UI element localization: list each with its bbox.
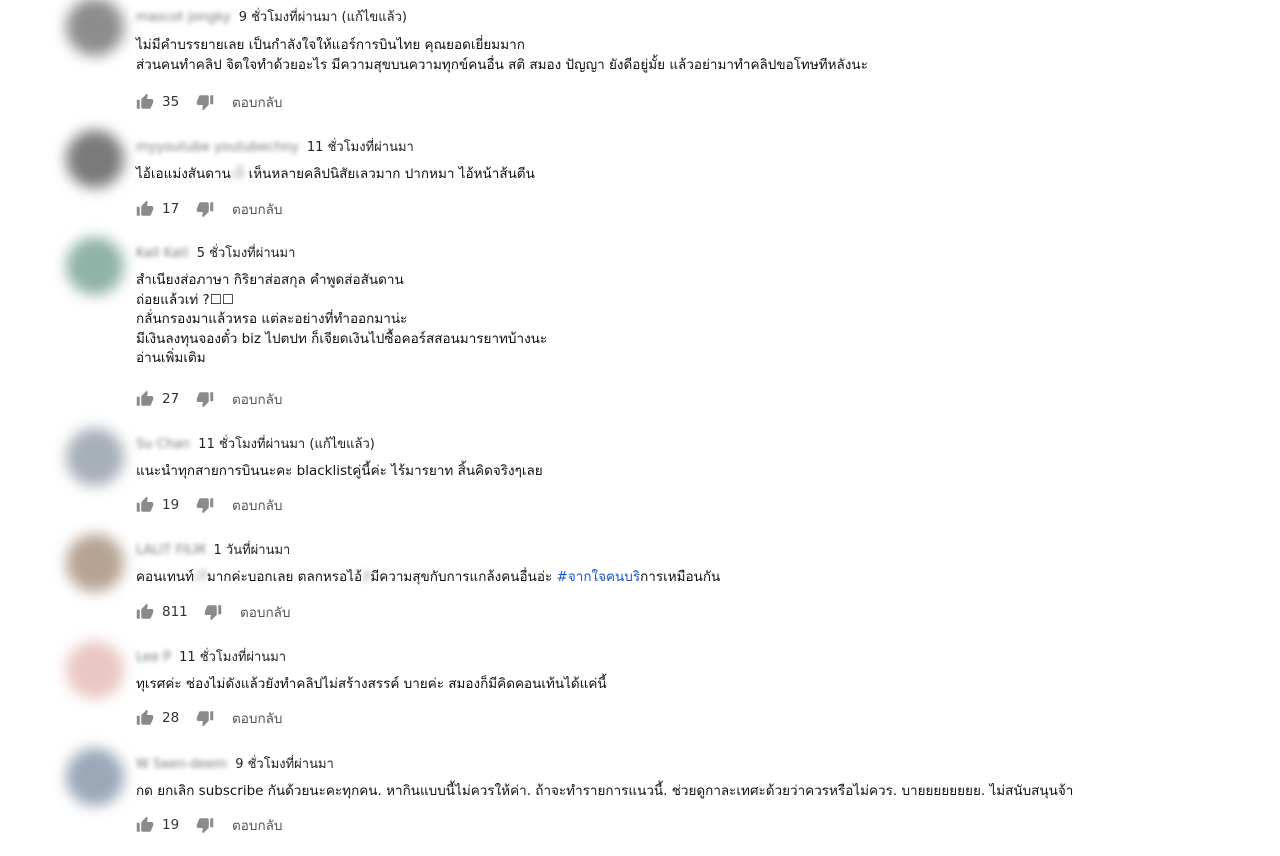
reply-button[interactable]: ตอบกลับ bbox=[232, 198, 282, 220]
comment-text: สำเนียงส่อภาษา กิริยาส่อสกุล คำพูดส่อสัน… bbox=[136, 271, 547, 369]
thumbs-up-icon[interactable] bbox=[136, 93, 154, 111]
comment-text: ไอ้เอแม่งสันดานเห็ เห็นหลายคลิปนิสัยเลวม… bbox=[136, 165, 535, 185]
comment-line: คอนเทนท์เกีมากค่ะบอกเลย ตลกหรอไอ้สัมีควา… bbox=[136, 569, 721, 585]
thumbs-down-icon[interactable] bbox=[196, 709, 214, 727]
author-name[interactable]: W Saen-deem bbox=[136, 757, 227, 772]
comments-section: mascot jongky 9 ชั่วโมงที่ผ่านมา (แก้ไขแ… bbox=[0, 0, 1280, 856]
author-name[interactable]: mascot jongky bbox=[136, 10, 231, 25]
comment-actions: 811 ตอบกลับ bbox=[136, 602, 290, 622]
comment-line: ถ่อยแล้วเท่ ?☐☐ bbox=[136, 291, 234, 308]
comment-time[interactable]: 5 ชั่วโมงที่ผ่านมา bbox=[197, 246, 296, 261]
comment-text: กด ยกเลิก subscribe กันด้วยนะคะทุกคน. หา… bbox=[136, 782, 1073, 802]
reply-button[interactable]: ตอบกลับ bbox=[232, 494, 282, 516]
comment-actions: 28 ตอบกลับ bbox=[136, 708, 282, 728]
comment-line: สำเนียงส่อภาษา กิริยาส่อสกุล คำพูดส่อสัน… bbox=[136, 272, 404, 288]
comment-text: ไม่มีคำบรรยายเลย เป็นกำลังใจให้แอร์การบิ… bbox=[136, 36, 868, 75]
like-count: 35 bbox=[162, 94, 180, 110]
read-more-link[interactable]: อ่านเพิ่มเติม bbox=[136, 349, 547, 369]
edited-label: (แก้ไขแล้ว) bbox=[341, 10, 407, 25]
thumbs-down-icon[interactable] bbox=[196, 93, 214, 111]
edited-label: (แก้ไขแล้ว) bbox=[309, 437, 375, 452]
comment-line: มีเงินลงทุนจองตั๋ว biz ไปตปท ก็เจียดเงิน… bbox=[136, 330, 548, 347]
comment-line: กลั่นกรองมาแล้วหรอ แต่ละอย่างที่ทำออกมาน… bbox=[136, 311, 408, 327]
like-count: 17 bbox=[162, 201, 180, 217]
comment-header: W Saen-deem 9 ชั่วโมงที่ผ่านมา bbox=[136, 757, 334, 773]
reply-button[interactable]: ตอบกลับ bbox=[232, 388, 282, 410]
thumbs-down-icon[interactable] bbox=[196, 200, 214, 218]
thumbs-up-icon[interactable] bbox=[136, 603, 154, 621]
comment-line: แนะนำทุกสายการบินนะคะ blacklistคู่นี้ค่ะ… bbox=[136, 463, 543, 479]
comment-time[interactable]: 9 ชั่วโมงที่ผ่านมา bbox=[239, 10, 338, 25]
comment-line: ไอ้เอแม่งสันดานเห็ เห็นหลายคลิปนิสัยเลวม… bbox=[136, 166, 535, 182]
author-name[interactable]: Kall Katl bbox=[136, 246, 189, 261]
comment-line: ไม่มีคำบรรยายเลย เป็นกำลังใจให้แอร์การบิ… bbox=[136, 37, 525, 53]
reply-button[interactable]: ตอบกลับ bbox=[232, 707, 282, 729]
comment-header: Su Chan 11 ชั่วโมงที่ผ่านมา (แก้ไขแล้ว) bbox=[136, 437, 375, 453]
like-count: 27 bbox=[162, 391, 180, 407]
author-name[interactable]: myyoutube youtubechny bbox=[136, 140, 299, 155]
comment-actions: 35 ตอบกลับ bbox=[136, 92, 282, 112]
comment-line: ทุเรศค่ะ ช่องไม่ดังแล้วยังทำคลิปไม่สร้าง… bbox=[136, 676, 607, 692]
avatar[interactable] bbox=[66, 641, 124, 699]
avatar[interactable] bbox=[66, 748, 124, 806]
comment-line: กด ยกเลิก subscribe กันด้วยนะคะทุกคน. หา… bbox=[136, 783, 1074, 799]
reply-button[interactable]: ตอบกลับ bbox=[232, 91, 282, 113]
thumbs-down-icon[interactable] bbox=[196, 496, 214, 514]
reply-button[interactable]: ตอบกลับ bbox=[240, 601, 290, 623]
comment-actions: 17 ตอบกลับ bbox=[136, 199, 282, 219]
thumbs-up-icon[interactable] bbox=[136, 816, 154, 834]
like-count: 19 bbox=[162, 817, 180, 833]
comment-time[interactable]: 9 ชั่วโมงที่ผ่านมา bbox=[235, 757, 334, 772]
comment-time[interactable]: 1 วันที่ผ่านมา bbox=[214, 543, 291, 558]
comment-header: myyoutube youtubechny 11 ชั่วโมงที่ผ่านม… bbox=[136, 140, 414, 156]
reply-button[interactable]: ตอบกลับ bbox=[232, 814, 282, 836]
comment-text: แนะนำทุกสายการบินนะคะ blacklistคู่นี้ค่ะ… bbox=[136, 462, 543, 482]
avatar[interactable] bbox=[66, 130, 124, 188]
hashtag-link[interactable]: #จากใจคนบริ bbox=[557, 569, 641, 585]
comment-time[interactable]: 11 ชั่วโมงที่ผ่านมา bbox=[307, 140, 414, 155]
comment-header: LALIT FILM 1 วันที่ผ่านมา bbox=[136, 543, 290, 559]
comment-actions: 19 ตอบกลับ bbox=[136, 815, 282, 835]
thumbs-up-icon[interactable] bbox=[136, 709, 154, 727]
comment-header: Kall Katl 5 ชั่วโมงที่ผ่านมา bbox=[136, 246, 295, 262]
left-fade-overlay bbox=[0, 0, 60, 856]
author-name[interactable]: Lee P bbox=[136, 650, 171, 665]
comment-time[interactable]: 11 ชั่วโมงที่ผ่านมา bbox=[179, 650, 286, 665]
thumbs-down-icon[interactable] bbox=[196, 816, 214, 834]
comment-line: ส่วนคนทำคลิป จิตใจทำด้วยอะไร มีความสุขบน… bbox=[136, 56, 868, 73]
like-count: 811 bbox=[162, 604, 188, 620]
thumbs-up-icon[interactable] bbox=[136, 390, 154, 408]
thumbs-down-icon[interactable] bbox=[204, 603, 222, 621]
like-count: 19 bbox=[162, 497, 180, 513]
avatar[interactable] bbox=[66, 428, 124, 486]
comment-text: ทุเรศค่ะ ช่องไม่ดังแล้วยังทำคลิปไม่สร้าง… bbox=[136, 675, 607, 695]
thumbs-up-icon[interactable] bbox=[136, 200, 154, 218]
comment-actions: 19 ตอบกลับ bbox=[136, 495, 282, 515]
author-name[interactable]: LALIT FILM bbox=[136, 543, 205, 558]
avatar[interactable] bbox=[66, 0, 124, 56]
avatar[interactable] bbox=[66, 534, 124, 592]
comment-time[interactable]: 11 ชั่วโมงที่ผ่านมา bbox=[198, 437, 305, 452]
thumbs-up-icon[interactable] bbox=[136, 496, 154, 514]
comment-header: Lee P 11 ชั่วโมงที่ผ่านมา bbox=[136, 650, 286, 666]
comment-actions: 27 ตอบกลับ bbox=[136, 389, 282, 409]
author-name[interactable]: Su Chan bbox=[136, 437, 190, 452]
like-count: 28 bbox=[162, 710, 180, 726]
avatar[interactable] bbox=[66, 237, 124, 295]
comment-header: mascot jongky 9 ชั่วโมงที่ผ่านมา (แก้ไขแ… bbox=[136, 10, 407, 26]
thumbs-down-icon[interactable] bbox=[196, 390, 214, 408]
comment-text: คอนเทนท์เกีมากค่ะบอกเลย ตลกหรอไอ้สัมีควา… bbox=[136, 568, 720, 588]
